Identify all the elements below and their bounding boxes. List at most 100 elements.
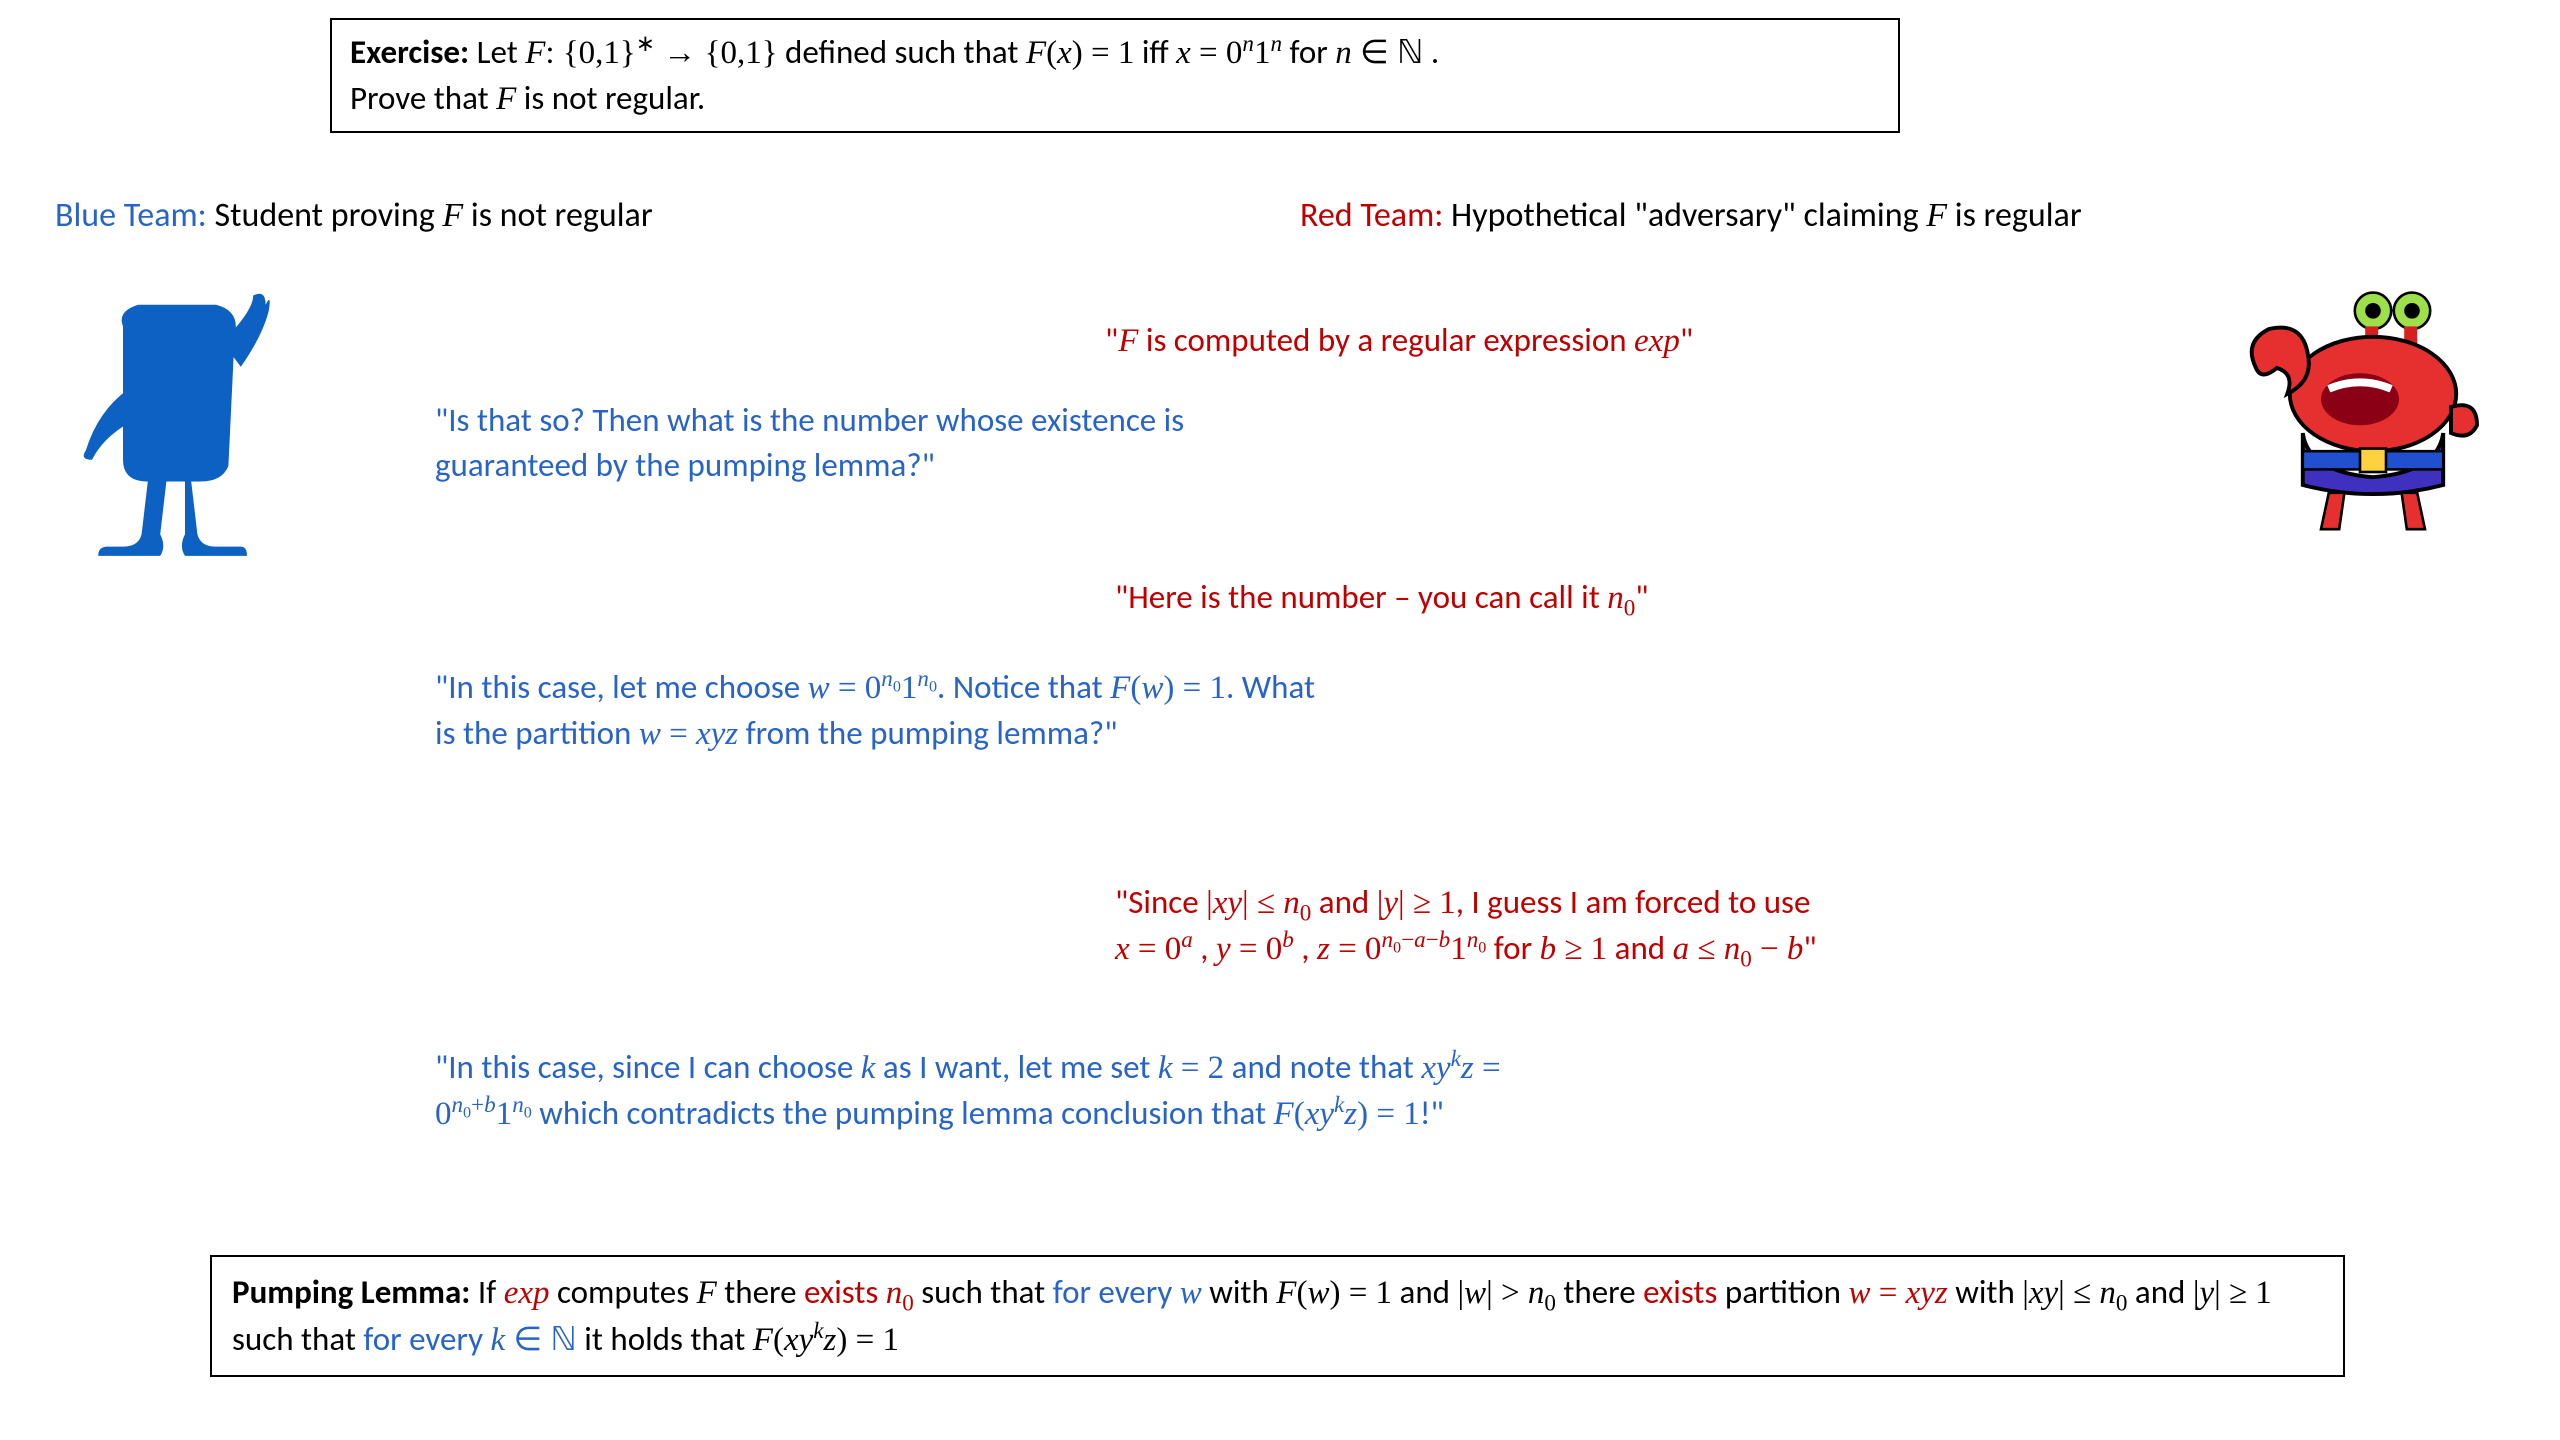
red-dialogue-2: "Here is the number – you can call it n0… (1115, 575, 1649, 621)
dialogue-math: 0 (1300, 900, 1312, 926)
lemma-math: F (697, 1275, 717, 1311)
dialogue-text: and (1607, 928, 1672, 968)
blue-team-text: Student proving (207, 195, 443, 236)
exercise-text: . (1423, 32, 1439, 72)
red-dialogue-3: "Since |xy| ≤ n0 and |y| ≥ 1, I guess I … (1115, 880, 2165, 971)
lemma-math: w (1180, 1275, 1202, 1311)
dialogue-math: b (1540, 931, 1557, 967)
dialogue-text: which contradicts the pumping lemma conc… (532, 1093, 1274, 1133)
dialogue-math: w (639, 716, 661, 752)
dialogue-text: "In this case, since I can choose (435, 1047, 861, 1087)
lemma-math: | ≥ 1 (2214, 1275, 2272, 1311)
dialogue-math: = (661, 716, 696, 752)
dialogue-math: k (861, 1050, 876, 1086)
dialogue-math: w (1141, 670, 1163, 706)
dialogue-math: | ≤ (1242, 885, 1283, 921)
dialogue-math: z (1317, 931, 1330, 967)
exercise-text: is not regular. (516, 78, 705, 118)
dialogue-text: and note that (1224, 1047, 1421, 1087)
exercise-text: defined such that (778, 32, 1026, 72)
lemma-math: ( (773, 1322, 784, 1358)
blue-team-prefix: Blue Team: (55, 195, 207, 236)
lemma-math: | > (1486, 1275, 1528, 1311)
lemma-math: w (1464, 1275, 1486, 1311)
red-dialogue-1: " F is computed by a regular expression e… (1105, 318, 1693, 364)
blue-team-label: Blue Team: Student proving F is not regu… (55, 195, 653, 236)
lemma-math: | (2022, 1275, 2029, 1311)
lemma-math: exp (504, 1275, 550, 1311)
red-team-math: F (1926, 197, 1947, 234)
dialogue-math: 0 (1624, 595, 1636, 621)
lemma-math: n (2099, 1275, 2116, 1311)
dialogue-math: ) = 1 (1163, 670, 1226, 706)
dialogue-math: = 2 (1173, 1050, 1225, 1086)
lemma-text: and (2127, 1272, 2192, 1312)
dialogue-math: = 0n01n0 (830, 670, 937, 706)
dialogue-text: , I guess I am forced to use (1456, 882, 1811, 922)
lemma-math: ) = 1 (1329, 1275, 1392, 1311)
lemma-math: xyz (1906, 1275, 1948, 1311)
blue-team-math: F (442, 197, 463, 234)
blue-team-suffix: is not regular (463, 195, 652, 236)
exercise-text: Let (469, 32, 525, 72)
lemma-math: xykz (784, 1322, 836, 1358)
lemma-math: xy (2029, 1275, 2058, 1311)
lemma-math: 0 (902, 1290, 914, 1316)
dialogue-math: ( (1294, 1096, 1305, 1132)
lemma-label: Pumping Lemma: (232, 1272, 470, 1312)
exercise-math: F (525, 35, 545, 71)
dialogue-math: F (1118, 323, 1138, 359)
dialogue-text: as I want, let me set (875, 1047, 1157, 1087)
dialogue-math: y (1216, 931, 1231, 967)
lemma-math: n (886, 1275, 903, 1311)
lemma-text: computes (550, 1272, 697, 1312)
dialogue-math: = 0n0−a−b1n0 (1330, 931, 1487, 967)
lemma-math: n (1528, 1275, 1545, 1311)
dialogue-math: F (1274, 1096, 1294, 1132)
lemma-exists: exists (804, 1272, 878, 1312)
exercise-math: x (1176, 35, 1191, 71)
dialogue-math: F (1110, 670, 1130, 706)
lemma-math: k (490, 1322, 505, 1358)
dialogue-text: " (1680, 320, 1693, 360)
dialogue-text: "In this case, let me choose (435, 667, 808, 707)
dialogue-text: . Notice that (937, 667, 1110, 707)
dialogue-text: , (1193, 928, 1216, 968)
lemma-math: F (1276, 1275, 1296, 1311)
exercise-text: for (1282, 32, 1335, 72)
blue-dialogue-2: "In this case, let me choose w = 0n01n0.… (435, 665, 1335, 756)
exercise-math: : {0,1}∗ → {0,1} (545, 35, 777, 71)
lemma-math: ∈ ℕ (505, 1322, 577, 1358)
dialogue-text: " (1803, 928, 1816, 968)
lemma-exists: exists (1643, 1272, 1717, 1312)
dialogue-math: exp (1634, 323, 1680, 359)
dialogue-math: b (1787, 931, 1804, 967)
red-character-icon (2220, 290, 2500, 550)
dialogue-math: y (1383, 885, 1398, 921)
exercise-math: F (496, 81, 516, 117)
dialogue-math: xykz (1421, 1050, 1473, 1086)
exercise-math: ( (1046, 35, 1057, 71)
dialogue-math: 0 (1740, 945, 1752, 971)
exercise-label: Exercise: (350, 32, 469, 72)
lemma-text: partition (1717, 1272, 1848, 1312)
lemma-math: 0 (1544, 1290, 1556, 1316)
exercise-math: ∈ ℕ (1352, 35, 1424, 71)
lemma-text: with (1948, 1272, 2022, 1312)
lemma-text: such that (232, 1319, 363, 1359)
lemma-text: and (1392, 1272, 1457, 1312)
dialogue-text: is computed by a regular expression (1138, 320, 1634, 360)
dialogue-text: , (1294, 928, 1317, 968)
lemma-text: If (470, 1272, 503, 1312)
red-team-text: Hypothetical "adversary" claiming (1443, 195, 1926, 236)
pumping-lemma-box: Pumping Lemma: If exp computes F there e… (210, 1255, 2345, 1377)
exercise-math: ) = 1 (1072, 35, 1135, 71)
lemma-text: it holds that (577, 1319, 753, 1359)
dialogue-math: w (808, 670, 830, 706)
blue-dialogue-3: "In this case, since I can choose k as I… (435, 1045, 1575, 1136)
exercise-math: F (1026, 35, 1046, 71)
dialogue-math: k (1158, 1050, 1173, 1086)
dialogue-math: | ≥ 1 (1398, 885, 1456, 921)
red-team-suffix: is regular (1947, 195, 2082, 236)
dialogue-math: x (1115, 931, 1130, 967)
